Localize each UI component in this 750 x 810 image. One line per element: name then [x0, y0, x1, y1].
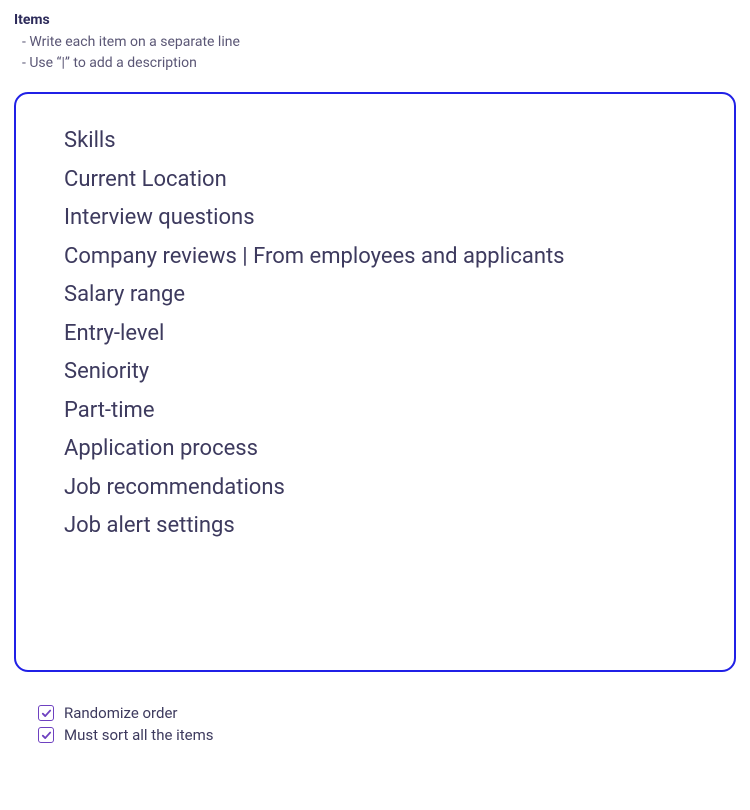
- check-icon: [41, 730, 52, 741]
- checkbox-must-sort[interactable]: [38, 727, 54, 743]
- option-must-sort-label: Must sort all the items: [64, 726, 214, 744]
- hint-line: Use “|” to add a description: [22, 53, 736, 74]
- option-must-sort: Must sort all the items: [38, 726, 736, 744]
- items-input[interactable]: [14, 92, 736, 672]
- check-icon: [41, 708, 52, 719]
- section-title: Items: [14, 12, 736, 28]
- hints-block: Write each item on a separate line Use “…: [22, 32, 736, 74]
- checkbox-randomize[interactable]: [38, 705, 54, 721]
- option-randomize: Randomize order: [38, 704, 736, 722]
- options-block: Randomize order Must sort all the items: [38, 704, 736, 744]
- option-randomize-label: Randomize order: [64, 704, 178, 722]
- hint-line: Write each item on a separate line: [22, 32, 736, 53]
